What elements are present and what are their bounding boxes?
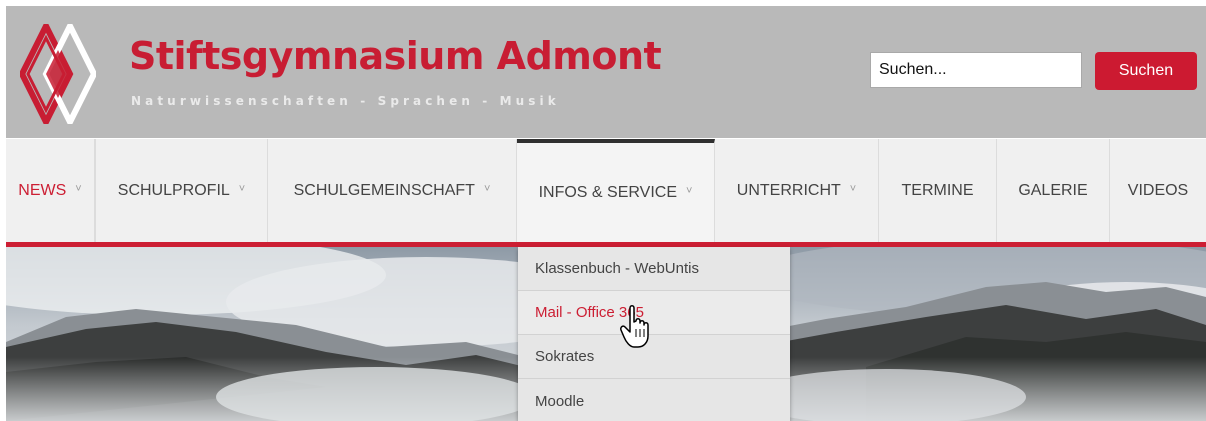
nav-item-label: INFOS & SERVICE bbox=[538, 183, 677, 201]
chevron-down-icon: ˅ bbox=[238, 182, 246, 195]
nav-item-label: UNTERRICHT bbox=[736, 181, 841, 199]
dropdown-item-klassenbuch[interactable]: Klassenbuch - WebUntis bbox=[518, 247, 790, 291]
dropdown-item-sokrates[interactable]: Sokrates bbox=[518, 335, 790, 379]
nav-item-unterricht[interactable]: UNTERRICHT ˅ bbox=[715, 139, 879, 242]
chevron-down-icon: ˅ bbox=[685, 184, 693, 197]
nav-item-label: VIDEOS bbox=[1127, 181, 1189, 199]
dropdown-item-mail-office365[interactable]: Mail - Office 365 bbox=[518, 291, 790, 335]
nav-item-schulgemeinschaft[interactable]: SCHULGEMEINSCHAFT ˅ bbox=[268, 139, 517, 242]
site-title[interactable]: Stiftsgymnasium Admont bbox=[129, 36, 662, 76]
infos-service-dropdown: Klassenbuch - WebUntis Mail - Office 365… bbox=[518, 247, 790, 421]
nav-item-label: GALERIE bbox=[1018, 181, 1088, 199]
site-subtitle: Naturwissenschaften - Sprachen - Musik bbox=[131, 94, 560, 108]
nav-item-news[interactable]: NEWS ˅ bbox=[6, 139, 95, 242]
nav-item-label: SCHULGEMEINSCHAFT bbox=[293, 181, 475, 199]
nav-item-videos[interactable]: VIDEOS bbox=[1110, 139, 1206, 242]
nav-item-schulprofil[interactable]: SCHULPROFIL ˅ bbox=[95, 139, 268, 242]
admont-logo-icon[interactable] bbox=[20, 24, 96, 124]
nav-item-label: TERMINE bbox=[901, 181, 974, 199]
dropdown-item-moodle[interactable]: Moodle bbox=[518, 379, 790, 421]
nav-item-infos-service[interactable]: INFOS & SERVICE ˅ bbox=[517, 139, 715, 242]
nav-item-label: SCHULPROFIL bbox=[117, 181, 230, 199]
search-input[interactable] bbox=[870, 52, 1082, 88]
search-button[interactable]: Suchen bbox=[1095, 52, 1197, 90]
nav-item-termine[interactable]: TERMINE bbox=[879, 139, 997, 242]
nav-item-label: NEWS bbox=[18, 181, 67, 199]
chevron-down-icon: ˅ bbox=[75, 182, 82, 195]
page: Stiftsgymnasium Admont Naturwissenschaft… bbox=[0, 0, 1206, 421]
chevron-down-icon: ˅ bbox=[849, 182, 857, 195]
site-header: Stiftsgymnasium Admont Naturwissenschaft… bbox=[6, 6, 1206, 138]
chevron-down-icon: ˅ bbox=[483, 182, 491, 195]
nav-item-galerie[interactable]: GALERIE bbox=[997, 139, 1110, 242]
